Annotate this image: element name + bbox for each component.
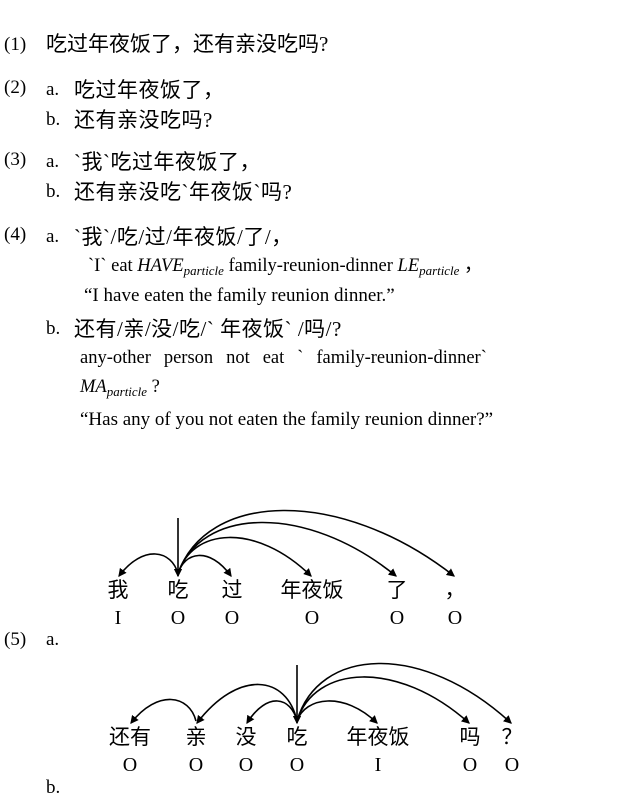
dependency-token: ？ xyxy=(501,725,523,749)
dependency-token: 吃 xyxy=(286,725,308,749)
example-3-row-a: a. `我`吃过年夜饭了， xyxy=(46,147,624,177)
example-4b-gloss-line-2-suffix: ? xyxy=(146,377,160,397)
example-3-number: (3) xyxy=(4,149,27,170)
example-4b-source-line: 还有/亲/没/吃/` 年夜饭` /吗/? xyxy=(74,317,342,341)
example-2-row-b: b. 还有亲没吃吗? xyxy=(46,105,624,135)
example-4-content-a: `我`/吃/过/年夜饭/了/， `I` eat HAVEparticle fam… xyxy=(74,222,636,310)
dependency-token: 我 xyxy=(107,578,129,602)
example-4b-gloss-line-1: any-other person not eat ` family-reunio… xyxy=(80,348,487,368)
example-4-label-b: b. xyxy=(46,318,61,339)
dependency-token: ， xyxy=(444,578,466,602)
example-2-label-b: b. xyxy=(46,109,61,130)
example-4a-gloss-prefix: `I` eat xyxy=(88,256,138,276)
example-4b-translation: “Has any of you not eaten the family reu… xyxy=(80,409,494,430)
example-2-text-b: 还有亲没吃吗? xyxy=(74,108,213,132)
example-2-label-a: a. xyxy=(46,79,60,100)
example-4a-gloss-sub-le: particle xyxy=(419,263,460,279)
dependency-tag: I xyxy=(374,754,382,776)
dependency-tag: O xyxy=(289,754,305,776)
dependency-token: 亲 xyxy=(185,725,207,749)
example-4a-gloss-stem-have: HAVE xyxy=(137,256,184,276)
example-5-label-a: a. xyxy=(46,629,60,650)
example-4a-gloss-sub-have: particle xyxy=(183,263,224,279)
dependency-tag: O xyxy=(389,607,405,629)
dependency-diagram-a: 我 I 吃 O 过 O 年夜饭 O 了 O， O xyxy=(0,505,640,630)
example-3-row-b: b. 还有亲没吃`年夜饭`吗? xyxy=(46,177,624,207)
example-5-number: (5) xyxy=(4,629,27,650)
example-4-body: a. `我`/吃/过/年夜饭/了/， `I` eat HAVEparticle … xyxy=(46,222,636,434)
example-2-row-a: a. 吃过年夜饭了， xyxy=(46,75,624,105)
example-4b-gloss-line-2: MAparticle ? xyxy=(74,373,636,402)
dependency-token: 还有 xyxy=(109,725,151,749)
example-4a-gloss-stem-le: LE xyxy=(397,256,420,276)
dependency-tag: O xyxy=(238,754,254,776)
dependency-arcs-a xyxy=(118,509,455,578)
example-2-text-a: 吃过年夜饭了， xyxy=(74,78,225,102)
dependency-arcs-b xyxy=(130,662,512,725)
example-4: (4) a. `我`/吃/过/年夜饭/了/， `I` eat HAVEparti… xyxy=(4,222,636,434)
dependency-tag: O xyxy=(504,754,520,776)
example-4-number: (4) xyxy=(4,224,27,245)
dependency-token: 吗 xyxy=(459,725,481,749)
dependency-tag: O xyxy=(188,754,204,776)
example-3-body: a. `我`吃过年夜饭了， b. 还有亲没吃`年夜饭`吗? xyxy=(46,147,624,207)
dependency-tag: O xyxy=(447,607,463,629)
dependency-token: 没 xyxy=(235,725,257,749)
example-1-line-a: 吃过年夜饭了，还有亲没吃吗? xyxy=(46,32,329,56)
example-4a-gloss-mid: family-reunion-dinner xyxy=(223,256,398,276)
example-3-label-b: b. xyxy=(46,181,61,202)
example-4b-gloss-sub-ma: particle xyxy=(106,384,147,400)
dependency-tag: O xyxy=(122,754,138,776)
dependency-token: 吃 xyxy=(167,578,189,602)
example-1-number: (1) xyxy=(4,34,27,55)
dependency-diagram-b: 还有 O 亲 O 没 O 吃 O 年夜饭 I 吗 O？ O xyxy=(0,662,640,785)
example-4a-gloss-suffix: ， xyxy=(459,256,483,276)
example-4a-source-line: `我`/吃/过/年夜饭/了/， xyxy=(74,225,293,249)
example-3-text-a: `我`吃过年夜饭了， xyxy=(74,150,261,174)
dependency-token: 年夜饭 xyxy=(346,725,410,749)
dependency-tag: I xyxy=(114,607,122,629)
example-4b-gloss-stem-ma: MA xyxy=(80,377,107,397)
example-4-label-a: a. xyxy=(46,226,60,247)
example-4a-translation: “I have eaten the family reunion dinner.… xyxy=(84,285,395,306)
dependency-tag: O xyxy=(170,607,186,629)
example-4a-gloss-line: `I` eat HAVEparticle family-reunion-dinn… xyxy=(74,252,636,281)
example-4-row-b: b. 还有/亲/没/吃/` 年夜饭` /吗/? any-other person… xyxy=(46,314,636,434)
example-4-row-a: a. `我`/吃/过/年夜饭/了/， `I` eat HAVEparticle … xyxy=(46,222,636,310)
example-2-body: a. 吃过年夜饭了， b. 还有亲没吃吗? xyxy=(46,75,624,135)
dependency-tag: O xyxy=(462,754,478,776)
dependency-tag: O xyxy=(304,607,320,629)
example-3-label-a: a. xyxy=(46,151,60,172)
dependency-token: 了 xyxy=(386,578,408,602)
example-3: (3) a. `我`吃过年夜饭了， b. 还有亲没吃`年夜饭`吗? xyxy=(4,147,624,207)
example-2-number: (2) xyxy=(4,77,27,98)
example-1-body: 吃过年夜饭了，还有亲没吃吗? xyxy=(46,32,624,57)
example-1: (1) 吃过年夜饭了，还有亲没吃吗? xyxy=(4,32,624,57)
dependency-tag: O xyxy=(224,607,240,629)
example-2: (2) a. 吃过年夜饭了， b. 还有亲没吃吗? xyxy=(4,75,624,135)
dependency-token: 年夜饭 xyxy=(280,578,344,602)
example-3-text-b: 还有亲没吃`年夜饭`吗? xyxy=(74,180,293,204)
example-4-content-b: 还有/亲/没/吃/` 年夜饭` /吗/? any-other person no… xyxy=(74,314,636,434)
dependency-token: 过 xyxy=(221,578,243,602)
